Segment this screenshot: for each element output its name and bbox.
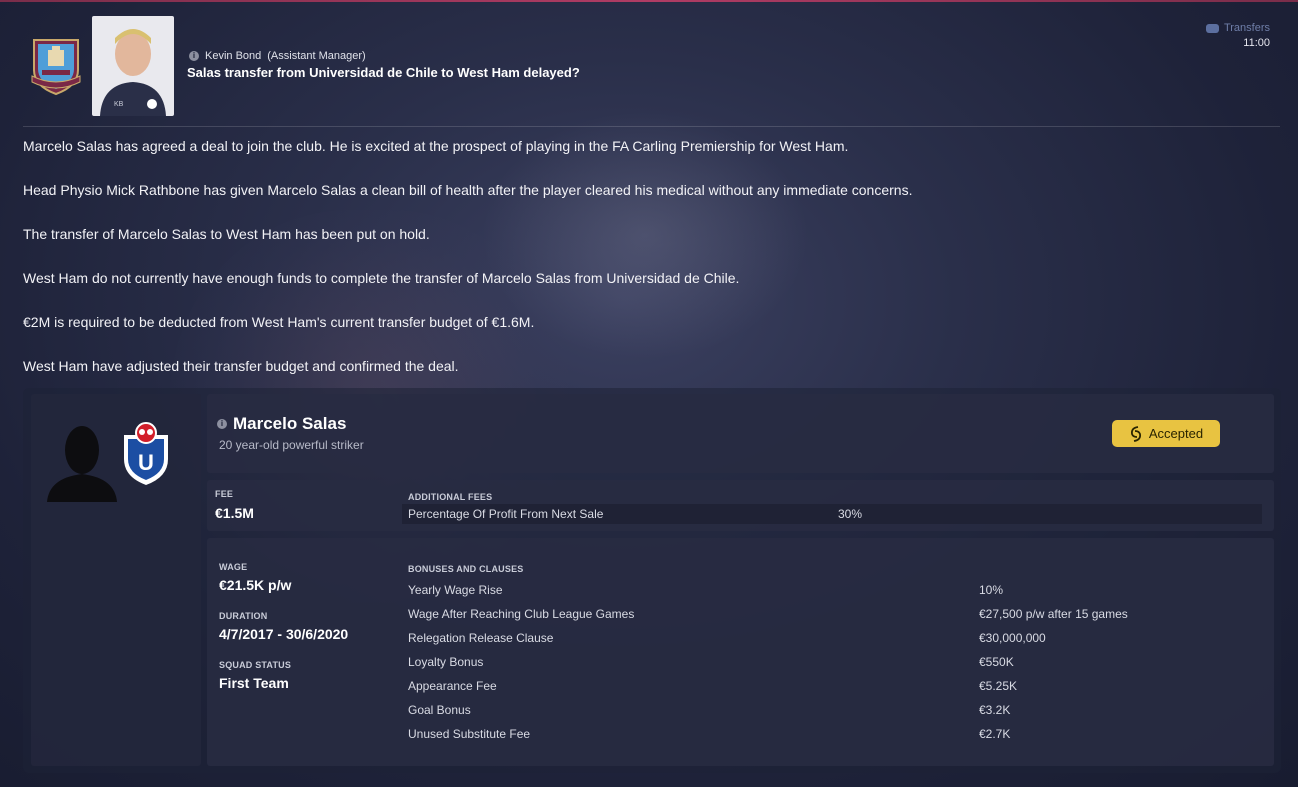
clause-value: €2.7K [979,727,1011,741]
clause-label: Wage After Reaching Club League Games [408,607,635,621]
body-paragraph: €2M is required to be deducted from West… [23,314,535,330]
club-badge-icon[interactable] [28,36,84,96]
squad-status-value: First Team [219,675,289,691]
staff-initials: KB [114,101,124,108]
clauses-list: Yearly Wage Rise 10% Wage After Reaching… [408,583,1268,751]
clause-value: 10% [979,583,1004,597]
clause-label: Yearly Wage Rise [408,583,503,597]
duration-value: 4/7/2017 - 30/6/2020 [219,626,349,642]
handshake-icon [1130,425,1141,442]
fee-value: €1.5M [215,505,254,521]
news-time: 11:00 [1243,37,1270,49]
status-badge[interactable]: Accepted [1112,420,1220,447]
additional-fee-value: 30% [838,507,863,521]
news-category[interactable]: Transfers [1205,22,1270,34]
clause-label: Goal Bonus [408,703,471,717]
wage-label: WAGE [219,562,248,572]
additional-fee-item: Percentage Of Profit From Next Sale [408,507,604,521]
clause-value: €550K [979,655,1014,669]
clause-row: Yearly Wage Rise 10% [408,583,1268,607]
wage-value: €21.5K p/w [219,577,292,593]
player-name[interactable]: Marcelo Salas [233,414,346,434]
staff-photo[interactable]: KB [92,16,174,116]
player-name-row: i Marcelo Salas [217,414,346,434]
tag-icon [1205,23,1219,33]
news-headline: Salas transfer from Universidad de Chile… [187,65,580,80]
clause-row: Wage After Reaching Club League Games €2… [408,607,1268,631]
opponent-badge-letter: U [138,450,154,475]
news-body: Marcelo Salas has agreed a deal to join … [23,137,1273,401]
duration-label: DURATION [219,611,268,621]
clause-label: Loyalty Bonus [408,655,484,669]
clause-value: €30,000,000 [979,631,1046,645]
info-icon[interactable]: i [189,51,199,61]
clause-value: €5.25K [979,679,1018,693]
clause-label: Unused Substitute Fee [408,727,531,741]
author-role: (Assistant Manager) [267,50,366,62]
header-divider [23,126,1280,127]
clause-row: Relegation Release Clause €30,000,000 [408,631,1268,655]
player-description: 20 year-old powerful striker [219,438,364,452]
clause-row: Goal Bonus €3.2K [408,703,1268,727]
squad-status-label: SQUAD STATUS [219,660,292,670]
clause-value: €3.2K [979,703,1011,717]
clause-value: €27,500 p/w after 15 games [979,607,1128,621]
info-icon[interactable]: i [217,419,227,429]
clause-row: Unused Substitute Fee €2.7K [408,727,1268,751]
author-row: i Kevin Bond (Assistant Manager) [189,50,366,62]
player-silhouette-icon[interactable] [45,420,119,502]
additional-fees-label: ADDITIONAL FEES [408,492,493,502]
body-paragraph: The transfer of Marcelo Salas to West Ha… [23,226,430,242]
bonuses-label: BONUSES AND CLAUSES [408,564,524,574]
clause-row: Loyalty Bonus €550K [408,655,1268,679]
author-name[interactable]: Kevin Bond [205,50,261,62]
body-paragraph: West Ham do not currently have enough fu… [23,270,740,286]
clause-label: Appearance Fee [408,679,497,693]
clause-label: Relegation Release Clause [408,631,554,645]
fee-label: FEE [215,489,234,499]
body-paragraph: Head Physio Mick Rathbone has given Marc… [23,182,913,198]
top-accent-line [0,0,1298,2]
status-label: Accepted [1148,426,1204,441]
body-paragraph: Marcelo Salas has agreed a deal to join … [23,138,849,154]
category-label: Transfers [1223,22,1270,34]
clause-row: Appearance Fee €5.25K [408,679,1268,703]
opponent-club-badge-icon[interactable]: U [120,421,172,487]
